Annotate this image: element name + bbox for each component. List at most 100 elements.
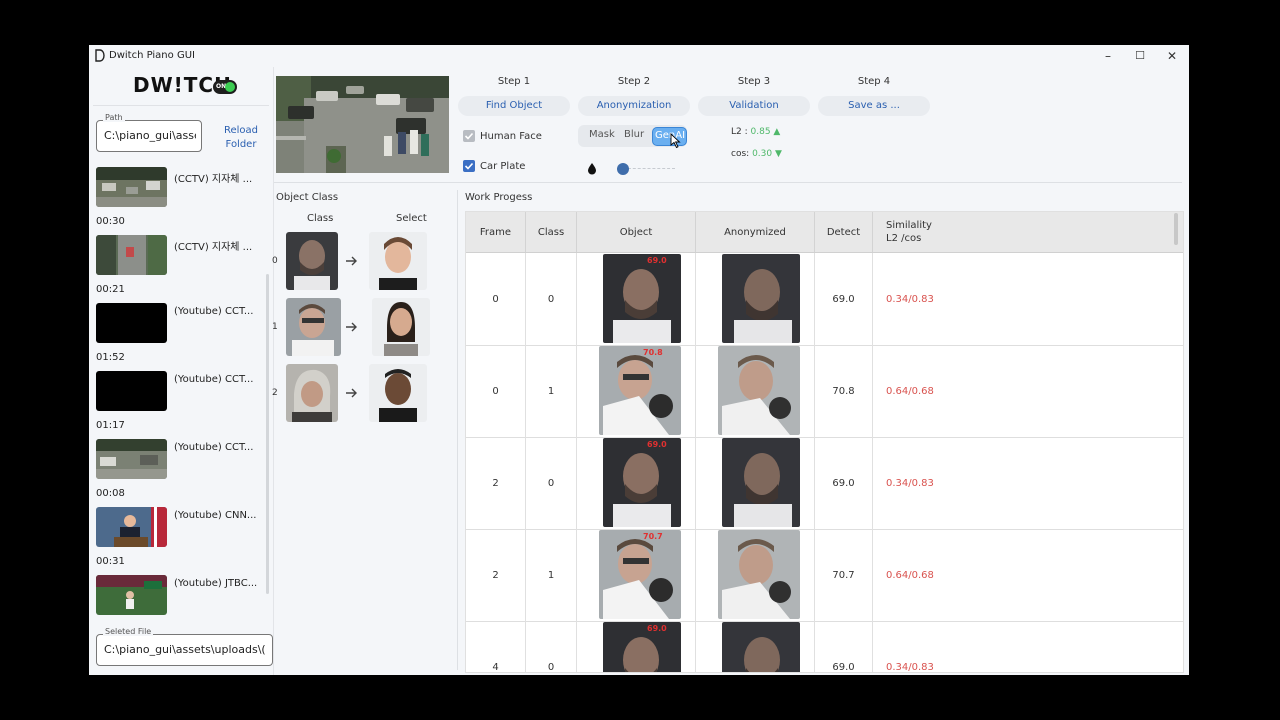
table-header: Frame Class Object Anonymized Detect Sim… [466, 212, 1183, 253]
app-logo-icon [95, 49, 105, 62]
cell-detect: 70.8 [815, 345, 873, 437]
cos-metric: cos: 0.30 ▼ [731, 149, 782, 159]
title-bar: Dwitch Piano GUI – ☐ ✕ [89, 45, 1189, 67]
mode-blur[interactable]: Blur [624, 129, 644, 140]
video-preview [276, 76, 449, 173]
col-object[interactable]: Object [577, 212, 696, 252]
cell-similarity: 0.34/0.83 [886, 661, 934, 673]
find-object-button[interactable]: Find Object [458, 96, 570, 116]
object-class-row[interactable]: 2 [272, 364, 432, 424]
mouse-cursor-icon [670, 133, 681, 149]
l2-value: 0.85 ▲ [750, 127, 781, 137]
video-duration: 00:30 [96, 216, 125, 227]
arrow-right-icon [346, 256, 357, 266]
video-duration: 01:17 [96, 420, 125, 431]
anonymized-face-image [722, 254, 800, 343]
col-frame[interactable]: Frame [466, 212, 526, 252]
reload-folder-button[interactable]: Reload Folder [217, 124, 265, 152]
path-input[interactable]: Path C:\piano_gui\assets [96, 113, 202, 152]
mode-mask[interactable]: Mask [589, 129, 615, 140]
minimize-button[interactable]: – [1094, 48, 1122, 64]
col-similarity[interactable]: Similality L2 /cos [873, 212, 1183, 252]
table-scrollbar[interactable] [1174, 213, 1178, 245]
video-duration: 01:52 [96, 352, 125, 363]
anonymized-face-image [718, 346, 800, 435]
cell-frame: 2 [466, 437, 526, 529]
video-item[interactable]: (CCTV) 지자체 ... 00:30 [96, 167, 265, 235]
col-similarity-line1: Similality [886, 220, 932, 231]
replacement-face-thumbnail[interactable] [369, 364, 427, 422]
video-name: (Youtube) CCT... [174, 306, 254, 317]
close-button[interactable]: ✕ [1158, 48, 1186, 64]
detected-face-thumbnail [286, 298, 341, 356]
maximize-button[interactable]: ☐ [1126, 48, 1154, 64]
human-face-checkbox[interactable] [463, 130, 475, 142]
object-class-row[interactable]: 1 [272, 298, 432, 358]
replacement-face-thumbnail[interactable] [369, 232, 427, 290]
selected-file-label: Seleted File [103, 627, 154, 636]
detect-score-overlay: 69.0 [647, 440, 667, 449]
table-row[interactable]: 0 0 69.0 69.0 0.34/0.83 [466, 253, 1183, 346]
object-class-row[interactable]: 0 [272, 232, 432, 292]
video-item[interactable]: (Youtube) CCT... 01:52 [96, 303, 265, 371]
cell-frame: 2 [466, 529, 526, 621]
app-window: Dwitch Piano GUI – ☐ ✕ DW!TCH ON Path C:… [89, 45, 1189, 675]
cell-class: 0 [526, 437, 577, 529]
sidebar-scrollbar[interactable] [266, 274, 269, 594]
class-index: 2 [272, 388, 278, 398]
video-thumbnail [96, 439, 167, 479]
cos-value: 0.30 ▼ [752, 149, 782, 159]
video-thumbnail [96, 575, 167, 615]
table-row[interactable]: 0 1 70.8 70.8 0.64/0.68 [466, 345, 1183, 438]
video-duration: 00:31 [96, 556, 125, 567]
cell-object: 69.0 [577, 621, 696, 672]
selected-file-input[interactable]: Seleted File C:\piano_gui\assets\uploads… [96, 627, 273, 666]
video-item[interactable]: (Youtube) CCT... 00:08 [96, 439, 265, 507]
validation-button[interactable]: Validation [698, 96, 810, 116]
cell-detect: 69.0 [815, 253, 873, 345]
detect-score-overlay: 70.7 [643, 532, 663, 541]
col-detect[interactable]: Detect [815, 212, 873, 252]
video-thumbnail [96, 303, 167, 343]
video-item[interactable]: (CCTV) 지자체 ... 00:21 [96, 235, 265, 303]
object-face-image: 69.0 [603, 254, 681, 343]
cell-object: 69.0 [577, 437, 696, 529]
anonymized-face-image [722, 622, 800, 672]
logo-toggle-icon: ON [213, 80, 237, 94]
video-name: (Youtube) CCT... [174, 374, 254, 385]
table-row[interactable]: 4 0 69.0 69.0 0.34/0.83 [466, 621, 1183, 673]
cell-object: 70.7 [577, 529, 696, 621]
class-column-header: Class [307, 213, 334, 224]
selected-file-value: C:\piano_gui\assets\uploads\( [104, 643, 266, 656]
video-item[interactable]: (Youtube) CNN... 00:31 [96, 507, 265, 575]
table-row[interactable]: 2 1 70.7 70.7 0.64/0.68 [466, 529, 1183, 622]
replacement-face-thumbnail[interactable] [372, 298, 430, 356]
detect-score-overlay: 69.0 [647, 256, 667, 265]
video-sidebar: DW!TCH ON Path C:\piano_gui\assets Reloa… [89, 67, 274, 675]
col-class[interactable]: Class [526, 212, 577, 252]
intensity-slider[interactable] [617, 163, 675, 175]
cell-detect: 69.0 [815, 437, 873, 529]
window-title: Dwitch Piano GUI [109, 50, 195, 61]
arrow-right-icon [346, 322, 357, 332]
table-row[interactable]: 2 0 69.0 69.0 0.34/0.83 [466, 437, 1183, 530]
car-plate-checkbox[interactable] [463, 160, 475, 172]
cell-anonymized [696, 253, 815, 345]
select-column-header: Select [396, 213, 427, 224]
cell-class: 0 [526, 253, 577, 345]
save-as-button[interactable]: Save as ... [818, 96, 930, 116]
cell-anonymized [696, 345, 815, 437]
check-icon [464, 162, 474, 170]
video-item[interactable]: (Youtube) CCT... 01:17 [96, 371, 265, 439]
video-thumbnail [96, 507, 167, 547]
anonymization-button[interactable]: Anonymization [578, 96, 690, 116]
video-thumbnail [96, 167, 167, 207]
step4-label: Step 4 [857, 76, 891, 87]
cell-detect: 70.7 [815, 529, 873, 621]
video-item[interactable]: (Youtube) JTBC... [96, 575, 265, 627]
anonymized-face-image [718, 530, 800, 619]
path-value: C:\piano_gui\assets [104, 129, 196, 142]
video-name: (Youtube) JTBC... [174, 578, 258, 589]
col-anonymized[interactable]: Anonymized [696, 212, 815, 252]
class-index: 1 [272, 322, 278, 332]
